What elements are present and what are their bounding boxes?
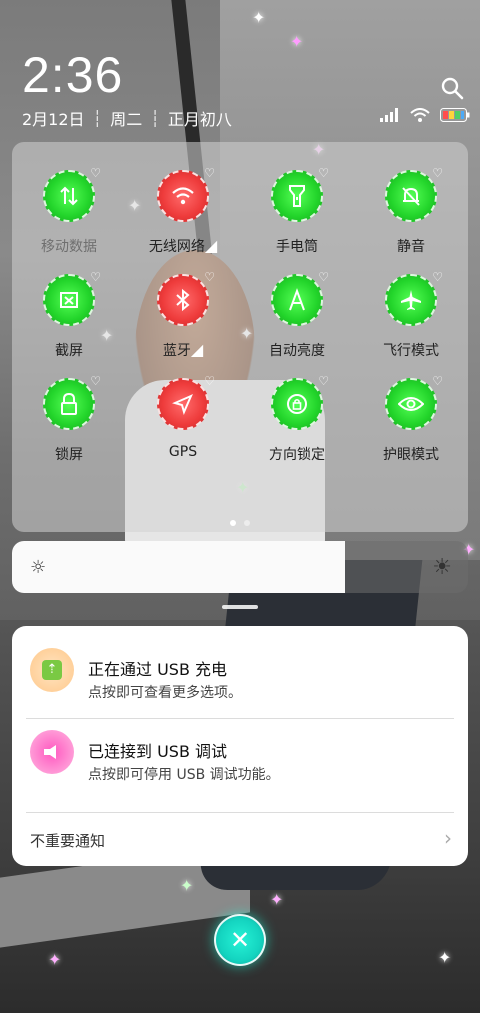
quick-settings-grid: ♡ 移动数据 ♡ 无线网络 ◢ ♡ 手电筒 ♡ 静音 ♡ 截屏 ♡ 蓝牙 ◢ ♡ 自动亮度 ♡ 飞行模式 ♡ 锁屏 ♡ G… bbox=[12, 166, 468, 464]
tile-airplane[interactable]: ♡ 飞行模式 bbox=[354, 270, 468, 360]
search-icon[interactable] bbox=[440, 76, 464, 100]
drag-handle[interactable] bbox=[222, 605, 258, 609]
signal-icon bbox=[380, 108, 398, 122]
heart-decoration-icon: ♡ bbox=[90, 374, 101, 388]
unimportant-notifications-link[interactable]: 不重要通知 bbox=[30, 830, 105, 851]
tile-eye[interactable]: ♡ 护眼模式 bbox=[354, 374, 468, 464]
mobile-data-icon: ♡ bbox=[43, 166, 101, 222]
tile-label: 护眼模式 bbox=[383, 447, 439, 463]
divider bbox=[26, 812, 454, 813]
tile-label: 蓝牙 bbox=[162, 343, 191, 359]
tile-auto-brightness[interactable]: ♡ 自动亮度 bbox=[240, 270, 354, 360]
expand-arrow-icon: ◢ bbox=[204, 236, 218, 255]
brightness-fill bbox=[12, 541, 345, 593]
tile-label-row: 蓝牙 ◢ bbox=[163, 326, 203, 360]
flashlight-icon: ♡ bbox=[271, 166, 329, 222]
notification-body: 点按即可停用 USB 调试功能。 bbox=[88, 767, 280, 783]
notification-usb-charging[interactable]: ⇡ 正在通过 USB 充电 点按即可查看更多选项。 bbox=[12, 626, 468, 708]
weekday: 周二 bbox=[110, 110, 143, 129]
tile-flashlight[interactable]: ♡ 手电筒 bbox=[240, 166, 354, 256]
heart-decoration-icon: ♡ bbox=[432, 270, 443, 284]
heart-decoration-icon: ♡ bbox=[318, 374, 329, 388]
heart-decoration-icon: ♡ bbox=[204, 374, 215, 388]
heart-decoration-icon: ♡ bbox=[318, 270, 329, 284]
notification-title: 正在通过 USB 充电 bbox=[88, 660, 228, 679]
usb-debug-icon bbox=[30, 730, 74, 774]
tile-label: 方向锁定 bbox=[269, 447, 325, 463]
lunar-date: 正月初八 bbox=[167, 110, 232, 129]
wifi-status-icon bbox=[410, 108, 430, 122]
battery-icon bbox=[440, 108, 470, 122]
close-icon: ✕ bbox=[229, 926, 251, 954]
clock[interactable]: 2:36 bbox=[22, 46, 123, 104]
notification-usb-debug[interactable]: 已连接到 USB 调试 点按即可停用 USB 调试功能。 bbox=[12, 708, 468, 790]
tile-wifi[interactable]: ♡ 无线网络 ◢ bbox=[126, 166, 240, 256]
page-dot bbox=[244, 520, 250, 526]
heart-decoration-icon: ♡ bbox=[318, 166, 329, 180]
bluetooth-icon: ♡ bbox=[157, 270, 215, 326]
date-line[interactable]: 2月12日 ┆ 周二 ┆ 正月初八 bbox=[22, 106, 232, 130]
tile-bluetooth[interactable]: ♡ 蓝牙 ◢ bbox=[126, 270, 240, 360]
gps-icon: ♡ bbox=[157, 374, 215, 430]
date: 2月12日 bbox=[22, 110, 85, 129]
tile-mobile-data[interactable]: ♡ 移动数据 bbox=[12, 166, 126, 256]
expand-arrow-icon: ◢ bbox=[190, 340, 204, 359]
auto-brightness-icon: ♡ bbox=[271, 270, 329, 326]
tile-label: 锁屏 bbox=[55, 447, 83, 463]
tile-label: 手电筒 bbox=[276, 239, 318, 255]
lock-icon: ♡ bbox=[43, 374, 101, 430]
notification-body: 点按即可查看更多选项。 bbox=[88, 685, 242, 701]
rotation-lock-icon: ♡ bbox=[271, 374, 329, 430]
chevron-right-icon[interactable]: › bbox=[444, 826, 452, 850]
screenshot-icon: ♡ bbox=[43, 270, 101, 326]
heart-decoration-icon: ♡ bbox=[204, 166, 215, 180]
tile-mute-bell[interactable]: ♡ 静音 bbox=[354, 166, 468, 256]
heart-decoration-icon: ♡ bbox=[432, 166, 443, 180]
tile-rotation-lock[interactable]: ♡ 方向锁定 bbox=[240, 374, 354, 464]
tile-screenshot[interactable]: ♡ 截屏 bbox=[12, 270, 126, 360]
tile-label-row: 无线网络 ◢ bbox=[149, 222, 217, 256]
tile-label: 截屏 bbox=[55, 343, 83, 359]
tile-lock[interactable]: ♡ 锁屏 bbox=[12, 374, 126, 464]
heart-decoration-icon: ♡ bbox=[204, 270, 215, 284]
status-bar-icons bbox=[380, 108, 470, 122]
airplane-icon: ♡ bbox=[385, 270, 443, 326]
page-indicator bbox=[12, 520, 468, 526]
tile-label: GPS bbox=[168, 444, 198, 460]
tile-label: 自动亮度 bbox=[269, 343, 325, 359]
tile-gps[interactable]: ♡ GPS bbox=[126, 374, 240, 464]
eye-icon: ♡ bbox=[385, 374, 443, 430]
wifi-icon: ♡ bbox=[157, 166, 215, 222]
quick-settings-panel: ♡ 移动数据 ♡ 无线网络 ◢ ♡ 手电筒 ♡ 静音 ♡ 截屏 ♡ 蓝牙 ◢ ♡ 自动亮度 ♡ 飞行模式 ♡ 锁屏 ♡ G… bbox=[12, 142, 468, 532]
date-separator: ┆ bbox=[92, 108, 103, 128]
brightness-high-icon: ☀ bbox=[432, 555, 452, 580]
usb-charging-icon: ⇡ bbox=[30, 648, 74, 692]
notification-card: ⇡ 正在通过 USB 充电 点按即可查看更多选项。 已连接到 USB 调试 点按… bbox=[12, 626, 468, 866]
heart-decoration-icon: ♡ bbox=[90, 166, 101, 180]
brightness-slider[interactable]: ☼ ☀ bbox=[12, 541, 468, 593]
notification-title: 已连接到 USB 调试 bbox=[88, 742, 228, 761]
heart-decoration-icon: ♡ bbox=[90, 270, 101, 284]
tile-label: 飞行模式 bbox=[383, 343, 439, 359]
date-separator: ┆ bbox=[150, 108, 160, 128]
page-dot bbox=[230, 520, 236, 526]
heart-decoration-icon: ♡ bbox=[432, 374, 443, 388]
clear-all-button[interactable]: ✕ bbox=[214, 914, 266, 966]
mute-bell-icon: ♡ bbox=[385, 166, 443, 222]
tile-label: 移动数据 bbox=[41, 239, 97, 255]
brightness-low-icon: ☼ bbox=[30, 557, 47, 578]
tile-label: 无线网络 bbox=[148, 239, 205, 255]
tile-label: 静音 bbox=[397, 239, 425, 255]
